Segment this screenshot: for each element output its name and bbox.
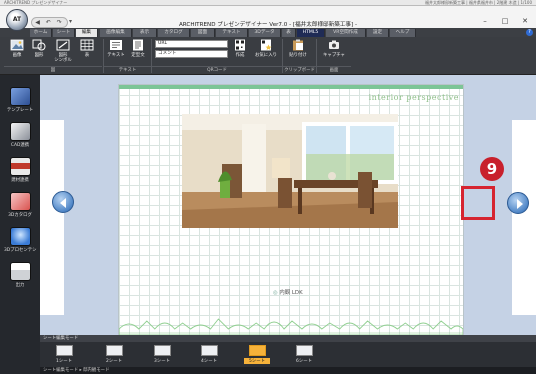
arrow-right-icon (517, 199, 523, 209)
tab-view[interactable]: 表示 (133, 29, 157, 37)
sheet-thumb-4[interactable]: 4シート (196, 345, 222, 364)
template-text-button[interactable]: 定型文 (128, 39, 148, 65)
template-text-icon (133, 39, 143, 51)
sheet-thumbnail (153, 345, 171, 356)
photo-caption: ◎ 内観 LDK (273, 290, 303, 296)
capture-button[interactable]: キャプチャ (320, 39, 348, 65)
presentation-button[interactable]: 3Dプロセンテシ (4, 227, 37, 259)
left-bottom-panel (0, 335, 40, 374)
tab-image-edit[interactable]: 画像編集 (100, 29, 132, 37)
catalog-3d-icon (9, 192, 31, 211)
shape-button[interactable]: 図形 (30, 39, 48, 65)
tab-html5[interactable]: HTML5 (297, 29, 325, 37)
group-label-screen: 画面 (317, 66, 351, 74)
app-menu-button[interactable]: AT (6, 9, 28, 31)
print-icon (9, 262, 31, 281)
status-bar: シート編集モード ▸ 邸内観モード (40, 367, 536, 374)
next-page-edge (512, 120, 536, 315)
arrow-left-icon (60, 198, 66, 208)
tab-drawing[interactable]: 図面 (191, 29, 215, 37)
capture-icon (329, 40, 339, 49)
sheet-thumb-1[interactable]: 1シート (51, 345, 77, 364)
table-button[interactable]: 表 (78, 39, 96, 65)
sheet-thumb-2[interactable]: 2シート (101, 345, 127, 364)
sheet-mode-label: シート編集モード (40, 335, 536, 342)
presentation-page[interactable]: interior perspective ◎ 内観 LDK (118, 84, 464, 336)
qr-create-icon (235, 39, 245, 51)
left-toolbar: テンプレート CAD連携 建材連携 3Dカタログ 3Dプロセンテシ 出力 (0, 75, 40, 335)
tab-home[interactable]: ホーム (30, 29, 52, 37)
sheet-thumbnail (248, 345, 266, 356)
tab-edit[interactable]: 編集 (76, 29, 98, 37)
tab-vr[interactable]: VR空間作成 (326, 29, 366, 37)
sheet-thumb-6[interactable]: 6シート (291, 345, 317, 364)
next-page-button[interactable] (507, 192, 529, 214)
ribbon-tab-bar: ホーム シート 編集 画像編集 表示 カタログ 図面 テキスト 3Dデータ 表 … (0, 28, 536, 37)
window-title: ARCHITREND プレゼンデザイナー Ver7.0 - [福井太郎様邸新築工… (178, 22, 358, 28)
previous-page-button[interactable] (52, 191, 74, 213)
page-title: interior perspective (368, 93, 459, 102)
cad-link-icon (9, 122, 31, 141)
sheet-thumbnail (200, 345, 218, 356)
qr-create-button[interactable]: 作成 (230, 39, 250, 65)
group-label-text: テキスト (104, 66, 151, 74)
template-icon (9, 87, 31, 106)
tab-settings[interactable]: 設定 (367, 29, 389, 37)
cad-link-button[interactable]: CAD連携 (4, 122, 36, 154)
group-label-clipboard: クリップボード (283, 66, 316, 73)
sheet-thumbnail (55, 345, 73, 356)
tab-sheet[interactable]: シート (53, 29, 75, 37)
qr-url-field[interactable]: URL (155, 40, 228, 48)
tab-table[interactable]: 表 (282, 29, 296, 37)
qr-comment-field[interactable]: コメント (155, 50, 228, 58)
qr-favorite-button[interactable]: お気に入り (253, 39, 279, 65)
group-label-figure: 図 (4, 66, 102, 74)
material-link-icon (9, 157, 31, 176)
title-bar: ◀ ↶ ↷ ▾ ARCHITREND プレゼンデザイナー Ver7.0 - [福… (0, 6, 536, 28)
material-link-button[interactable]: 建材連携 (4, 157, 36, 189)
tab-catalog[interactable]: カタログ (158, 29, 190, 37)
highlight-box (461, 186, 495, 220)
tab-text[interactable]: テキスト (216, 29, 248, 37)
help-icon[interactable]: ? (526, 29, 533, 36)
close-button[interactable]: ✕ (520, 17, 530, 25)
template-button[interactable]: テンプレート (4, 87, 36, 119)
symbol-button[interactable]: 図形 シンボル (52, 39, 74, 65)
minimize-button[interactable]: – (480, 17, 490, 25)
ribbon: 画像 図形 図形 シンボル 表 図 テキスト 定型文 テキスト URL コメント… (0, 37, 536, 75)
step-number-badge: 9 (480, 157, 504, 181)
image-icon (10, 39, 24, 51)
previous-page-edge (40, 120, 64, 315)
text-icon (110, 40, 122, 50)
paste-button[interactable]: 貼り付け (286, 39, 310, 65)
qr-favorite-icon (261, 39, 272, 51)
page-accent-bar (119, 85, 463, 89)
tab-help[interactable]: ヘルプ (390, 29, 416, 37)
print-button[interactable]: 出力 (4, 262, 36, 294)
table-icon (80, 39, 94, 51)
image-button[interactable]: 画像 (8, 39, 26, 65)
shape-icon (32, 39, 46, 51)
sheet-thumb-3[interactable]: 3シート (149, 345, 175, 364)
sheet-thumbnail (295, 345, 313, 356)
catalog-3d-button[interactable]: 3Dカタログ (4, 192, 36, 224)
presentation-icon (9, 227, 31, 246)
maximize-button[interactable]: □ (500, 17, 510, 25)
group-label-qr: QRコード (152, 66, 282, 74)
sheet-thumb-5[interactable]: 5シート (244, 345, 270, 364)
town-border-illustration (119, 318, 463, 335)
sheet-thumbnail (105, 345, 123, 356)
tab-3d-data[interactable]: 3Dデータ (249, 29, 281, 37)
interior-photo[interactable] (182, 114, 398, 228)
paste-icon (293, 39, 303, 51)
text-button[interactable]: テキスト (106, 39, 126, 65)
symbol-icon (56, 39, 70, 51)
